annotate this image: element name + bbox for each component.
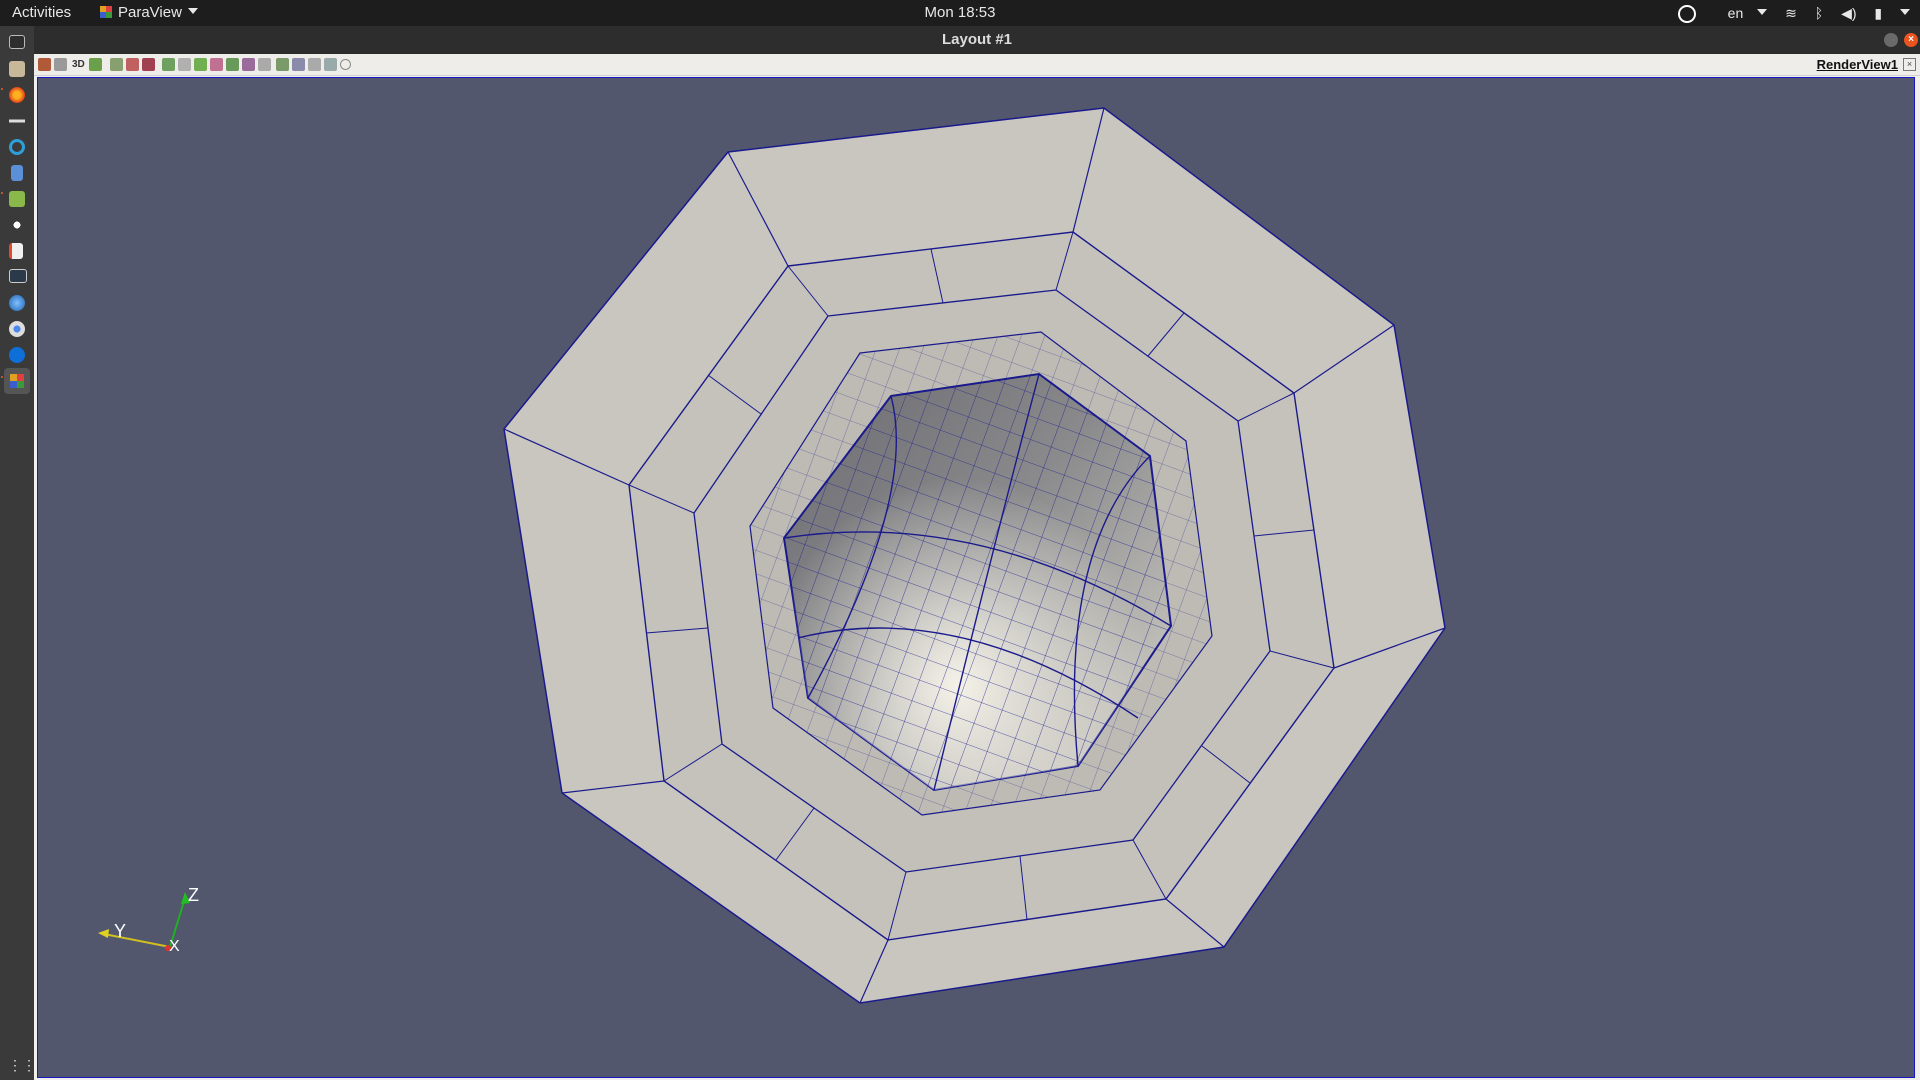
bluetooth-icon[interactable]: ᛒ bbox=[1815, 5, 1823, 21]
query-icon[interactable] bbox=[308, 58, 321, 71]
files-icon[interactable] bbox=[9, 61, 25, 77]
axis-y-label: Y bbox=[114, 921, 126, 941]
eye-icon[interactable] bbox=[9, 217, 25, 233]
axis-x-label: X bbox=[169, 938, 180, 955]
sync-icon[interactable] bbox=[9, 139, 25, 155]
system-tray[interactable]: en ≋ ᛒ ◀) ▮ bbox=[1664, 0, 1910, 26]
window-title-text: Layout #1 bbox=[941, 31, 1013, 48]
settings-icon[interactable] bbox=[340, 59, 351, 70]
teamviewer-icon[interactable] bbox=[9, 347, 25, 363]
wifi-icon[interactable]: ≋ bbox=[1785, 5, 1797, 21]
editor-icon[interactable] bbox=[9, 243, 23, 259]
grow-selection-icon[interactable] bbox=[258, 58, 271, 71]
teamviewer-tray-icon[interactable] bbox=[1677, 5, 1696, 23]
select-polygon-icon[interactable] bbox=[194, 58, 207, 71]
split-vertical-icon[interactable] bbox=[54, 58, 67, 71]
select-frustum-icon[interactable] bbox=[142, 58, 155, 71]
toggle-3d-button[interactable]: 3D bbox=[72, 58, 85, 71]
chrome-icon[interactable] bbox=[9, 321, 25, 337]
render-view-tab[interactable]: RenderView1 bbox=[1817, 57, 1898, 72]
volume-icon[interactable]: ◀) bbox=[1841, 5, 1856, 21]
close-view-icon[interactable]: × bbox=[1903, 58, 1916, 71]
render-view[interactable]: Z Y X bbox=[37, 77, 1915, 1078]
edit-icon[interactable] bbox=[324, 58, 337, 71]
select-block-icon[interactable] bbox=[210, 58, 223, 71]
clock[interactable]: Mon 18:53 bbox=[0, 0, 1920, 26]
select-points-icon[interactable] bbox=[126, 58, 139, 71]
paraview-window: Layout #1 × 3D RenderView1 × Z Y X bbox=[34, 26, 1920, 1080]
select-cells-icon[interactable] bbox=[110, 58, 123, 71]
monitor-icon[interactable] bbox=[9, 269, 27, 283]
paraview-icon[interactable] bbox=[4, 368, 30, 394]
language-selector[interactable]: en bbox=[1714, 5, 1768, 21]
mesh-viewport[interactable]: Z Y X bbox=[38, 78, 1914, 1077]
terminal-icon[interactable] bbox=[9, 35, 25, 49]
close-button[interactable]: × bbox=[1904, 33, 1918, 47]
running-indicator bbox=[1, 192, 3, 194]
package-icon[interactable] bbox=[9, 191, 25, 207]
select-points-interactive-icon[interactable] bbox=[178, 58, 191, 71]
firefox-icon[interactable] bbox=[9, 87, 25, 103]
battery-icon[interactable]: ▮ bbox=[1874, 5, 1882, 21]
view-toolbar: 3D RenderView1 × bbox=[34, 54, 1920, 76]
globe-icon[interactable] bbox=[9, 295, 25, 311]
axis-z-label: Z bbox=[188, 885, 199, 905]
show-applications-icon[interactable]: ⋮⋮⋮ bbox=[8, 1056, 50, 1074]
split-horizontal-icon[interactable] bbox=[38, 58, 51, 71]
interactive-select-icon[interactable] bbox=[226, 58, 239, 71]
running-indicator bbox=[1, 376, 3, 378]
document-icon[interactable] bbox=[11, 165, 23, 181]
dock: ⋮⋮⋮ bbox=[0, 26, 50, 1080]
select-cells-interactive-icon[interactable] bbox=[162, 58, 175, 71]
dash-icon[interactable] bbox=[9, 113, 25, 129]
capture-icon[interactable] bbox=[89, 58, 102, 71]
clear-selection-icon[interactable] bbox=[292, 58, 305, 71]
running-indicator bbox=[1, 88, 3, 90]
orientation-axes: Z Y X bbox=[98, 885, 199, 955]
hover-select-icon[interactable] bbox=[242, 58, 255, 71]
language-label: en bbox=[1727, 5, 1744, 21]
top-bar: Activities ParaView Mon 18:53 en ≋ ᛒ ◀) … bbox=[0, 0, 1920, 26]
chevron-down-icon bbox=[1757, 9, 1768, 15]
window-title: Layout #1 × bbox=[34, 26, 1920, 54]
shrink-selection-icon[interactable] bbox=[276, 58, 289, 71]
chevron-down-icon[interactable] bbox=[1900, 9, 1910, 15]
maximize-button[interactable] bbox=[1884, 33, 1898, 47]
